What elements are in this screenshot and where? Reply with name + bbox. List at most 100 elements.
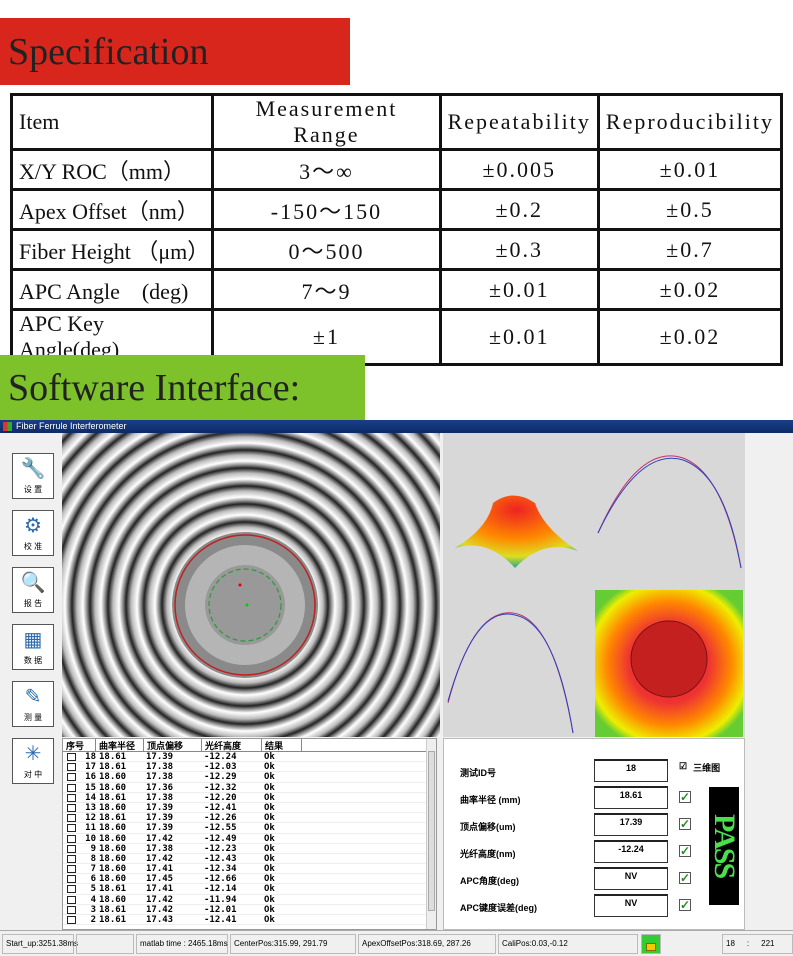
table-row[interactable]: 17 18.61 17.38 -12.03 Ok — [63, 762, 436, 773]
spec-cell: 0～500 — [211, 228, 442, 271]
row-checkbox[interactable] — [67, 763, 76, 772]
col-roc[interactable]: 曲率半径 — [96, 739, 144, 752]
3d-view-toggle[interactable]: ☑ 三维图 — [679, 761, 720, 774]
row-checkbox[interactable] — [67, 783, 76, 792]
grid-cell: Ok — [264, 915, 275, 925]
grid-cell: 18.61 — [99, 792, 127, 803]
grid-cell: Ok — [264, 772, 275, 783]
table-row[interactable]: 12 18.61 17.39 -12.26 Ok — [63, 813, 436, 824]
toolbar-button[interactable]: 🔍 报 告 — [12, 567, 54, 613]
table-row[interactable]: 13 18.60 17.39 -12.41 Ok — [63, 803, 436, 814]
unlock-icon[interactable] — [641, 934, 661, 954]
row-checkbox[interactable] — [67, 905, 76, 914]
results-grid[interactable]: 序号 曲率半径 顶点偏移 光纤高度 结果 18 18.61 17.39 -12.24 O… — [62, 738, 437, 930]
spec-cell: Fiber Height （μm） — [9, 228, 215, 271]
profile-x — [597, 455, 742, 569]
grid-cell: 18.61 — [99, 884, 127, 895]
center-pos: CenterPos:315.99, 291.79 — [230, 934, 356, 954]
grid-cell: Ok — [264, 823, 275, 834]
table-row[interactable]: 3 18.61 17.42 -12.01 Ok — [63, 905, 436, 915]
grid-scrollbar[interactable] — [426, 739, 436, 929]
spec-cell: ±0.7 — [596, 228, 784, 271]
field-value: 17.39 — [594, 813, 668, 836]
toolbar-label: 设 置 — [23, 485, 43, 494]
grid-cell: 18.60 — [99, 843, 127, 854]
spec-row: Apex Offset（nm） -150～150 ±0.2 ±0.5 — [9, 188, 784, 231]
row-checkbox[interactable] — [67, 885, 76, 894]
col-result[interactable]: 结果 — [262, 739, 302, 752]
col-height[interactable]: 光纤高度 — [202, 739, 262, 752]
interferogram-view — [62, 433, 440, 737]
grid-cell: 15 — [85, 782, 96, 793]
grid-cell: 18.60 — [99, 894, 127, 905]
table-row[interactable]: 16 18.60 17.38 -12.29 Ok — [63, 772, 436, 783]
check-icon: ✓ — [679, 898, 691, 912]
row-checkbox[interactable] — [67, 865, 76, 874]
row-checkbox[interactable] — [67, 875, 76, 884]
col-index[interactable]: 序号 — [63, 739, 96, 752]
grid-cell: 17.43 — [146, 915, 174, 925]
toolbar-button[interactable]: ⚙ 校 准 — [12, 510, 54, 556]
grid-cell: Ok — [264, 782, 275, 793]
toolbar-button[interactable]: ✎ 测 量 — [12, 681, 54, 727]
table-row[interactable]: 9 18.60 17.38 -12.23 Ok — [63, 844, 436, 854]
table-row[interactable]: 14 18.61 17.38 -12.20 Ok — [63, 793, 436, 803]
cali-pos: CaliPos:0.03,-0.12 — [498, 934, 638, 954]
check-icon: ✓ — [679, 871, 691, 885]
toolbar-button[interactable]: 🔧 设 置 — [12, 453, 54, 499]
spec-cell: ±0.5 — [596, 188, 784, 231]
spec-cell: ±0.3 — [438, 228, 600, 271]
row-checkbox[interactable] — [67, 834, 76, 843]
grid-cell: Ok — [264, 894, 275, 905]
specification-table: Item Measurement Range Repeatability Reprod… — [9, 93, 784, 366]
grid-cell: Ok — [264, 843, 275, 854]
toolbar-button[interactable]: ▦ 数 据 — [12, 624, 54, 670]
grid-cell: 17.42 — [146, 904, 174, 915]
spec-cell: X/Y ROC（mm） — [9, 148, 215, 191]
row-checkbox[interactable] — [67, 854, 76, 863]
grid-cell: -12.55 — [204, 823, 237, 834]
grid-cell: Ok — [264, 864, 275, 875]
row-checkbox[interactable] — [67, 895, 76, 904]
grid-cell: Ok — [264, 813, 275, 824]
grid-cell: 3 — [90, 904, 96, 915]
row-checkbox[interactable] — [67, 793, 76, 802]
table-row[interactable]: 5 18.61 17.41 -12.14 Ok — [63, 884, 436, 895]
table-row[interactable]: 4 18.60 17.42 -11.94 Ok — [63, 895, 436, 905]
header-item: Item — [9, 93, 215, 151]
row-checkbox[interactable] — [67, 773, 76, 782]
window-title: Fiber Ferrule Interferometer — [16, 421, 127, 431]
table-row[interactable]: 10 18.60 17.42 -12.49 Ok — [63, 834, 436, 844]
table-row[interactable]: 8 18.60 17.42 -12.43 Ok — [63, 854, 436, 865]
3d-checkbox[interactable]: ☑ — [679, 761, 687, 774]
3d-view-label: 三维图 — [693, 763, 721, 773]
3d-plot-panel — [443, 433, 745, 737]
spec-cell: ±0.01 — [438, 268, 600, 311]
field-value: 18 — [594, 759, 668, 782]
grid-cell: 17.38 — [146, 843, 174, 854]
table-row[interactable]: 2 18.61 17.43 -12.41 Ok — [63, 915, 436, 926]
col-apex[interactable]: 顶点偏移 — [144, 739, 202, 752]
grid-cell: -12.34 — [204, 864, 237, 875]
table-row[interactable]: 11 18.60 17.39 -12.55 Ok — [63, 823, 436, 834]
apex-offset-pos: ApexOffsetPos:318.69, 287.26 — [358, 934, 496, 954]
row-checkbox[interactable] — [67, 753, 76, 761]
row-checkbox[interactable] — [67, 844, 76, 853]
toolbar-button[interactable]: ✳ 对 中 — [12, 738, 54, 784]
table-row[interactable]: 6 18.60 17.45 -12.66 Ok — [63, 874, 436, 885]
table-row[interactable]: 7 18.60 17.41 -12.34 Ok — [63, 864, 436, 875]
grid-cell: -12.24 — [204, 752, 237, 762]
toolbar-label: 校 准 — [23, 542, 43, 551]
row-checkbox[interactable] — [67, 803, 76, 812]
grid-cell: Ok — [264, 904, 275, 915]
row-checkbox[interactable] — [67, 824, 76, 833]
app-icon — [3, 422, 12, 431]
grid-cell: 5 — [90, 884, 96, 895]
spec-cell: APC Angle (deg) — [9, 268, 215, 311]
table-row[interactable]: 15 18.60 17.36 -12.32 Ok — [63, 783, 436, 793]
row-checkbox[interactable] — [67, 814, 76, 823]
spec-cell: ±0.01 — [438, 308, 600, 366]
table-row[interactable]: 18 18.61 17.39 -12.24 Ok — [63, 752, 436, 763]
row-checkbox[interactable] — [67, 916, 76, 924]
gears-icon: ⚙ — [24, 515, 42, 537]
